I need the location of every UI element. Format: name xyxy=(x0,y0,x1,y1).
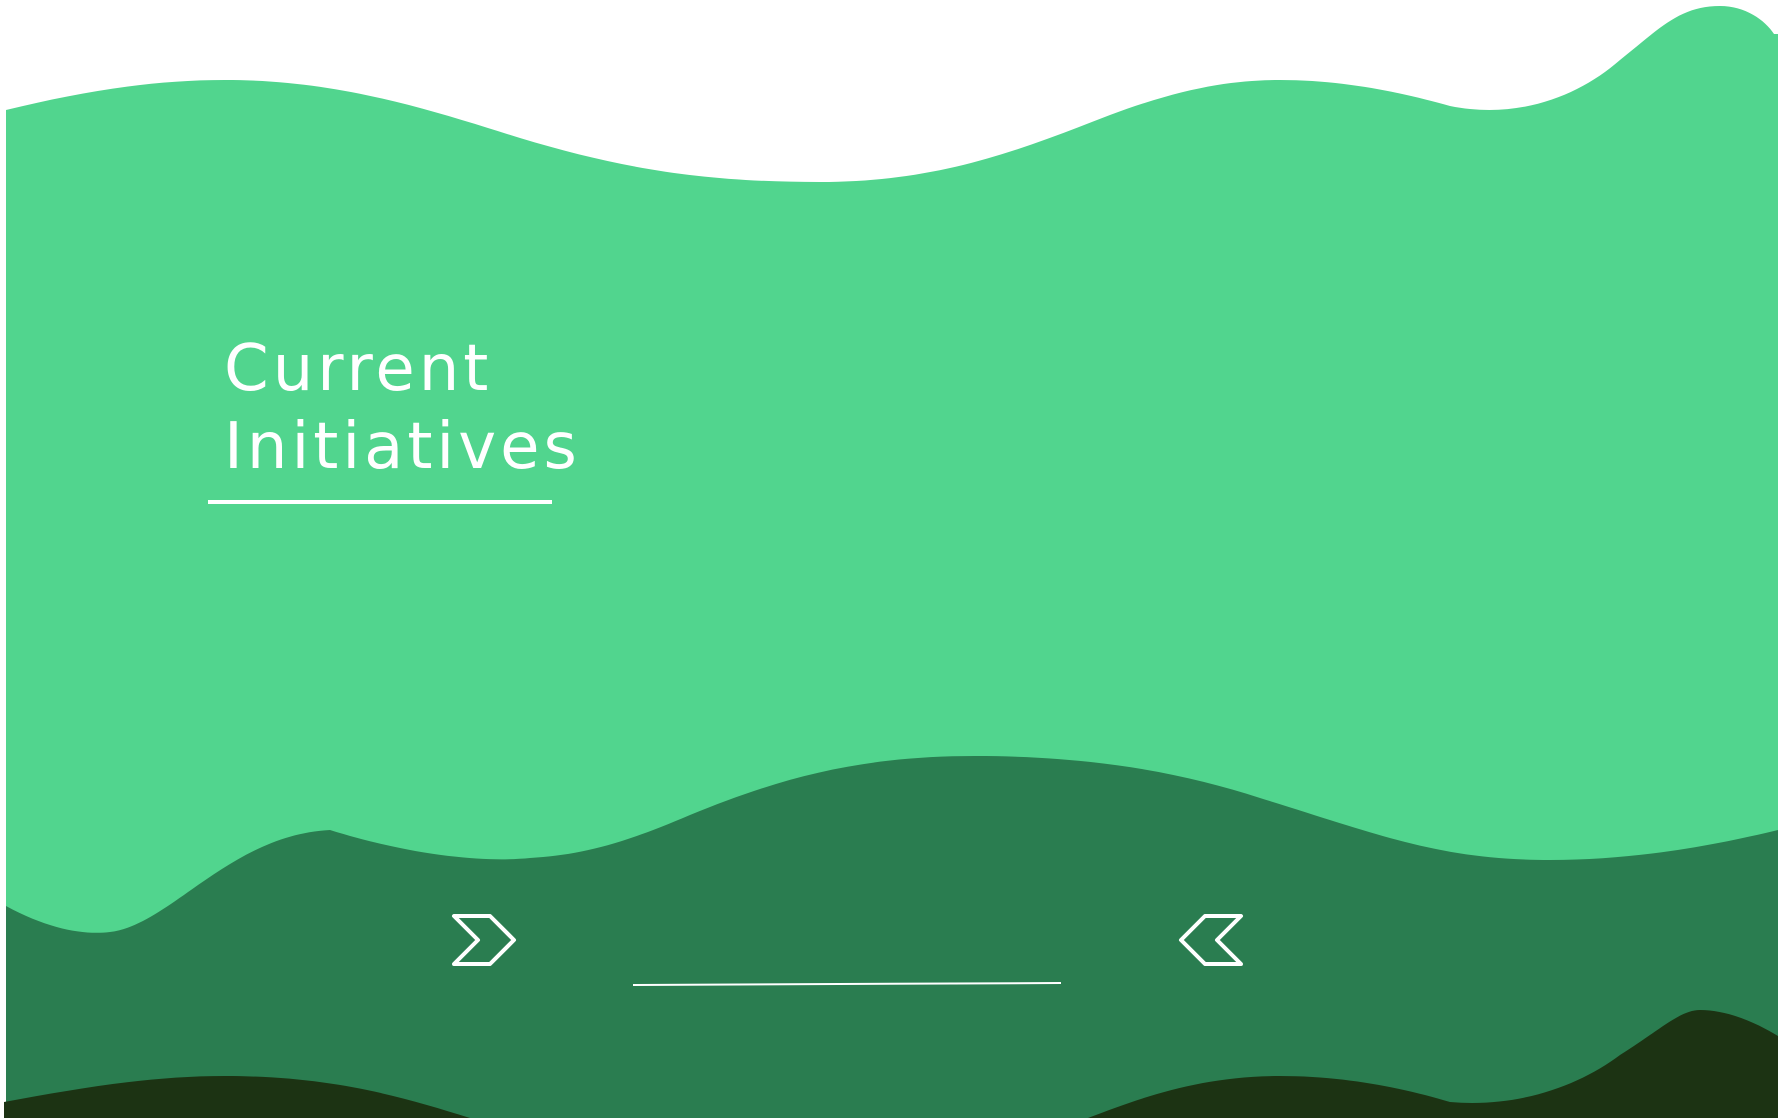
next-slide-button[interactable] xyxy=(450,912,520,968)
wave-background xyxy=(4,6,1778,1118)
previous-slide-button[interactable] xyxy=(1175,912,1245,968)
section-title-line-1: Current xyxy=(224,332,493,406)
title-underline xyxy=(208,500,552,504)
double-chevron-right-icon xyxy=(452,914,516,966)
section-title-line-2: Initiatives xyxy=(224,410,581,484)
double-chevron-left-icon xyxy=(1179,914,1243,966)
carousel-progress-line[interactable] xyxy=(633,982,1061,986)
section-title: Current Initiatives xyxy=(224,330,584,486)
